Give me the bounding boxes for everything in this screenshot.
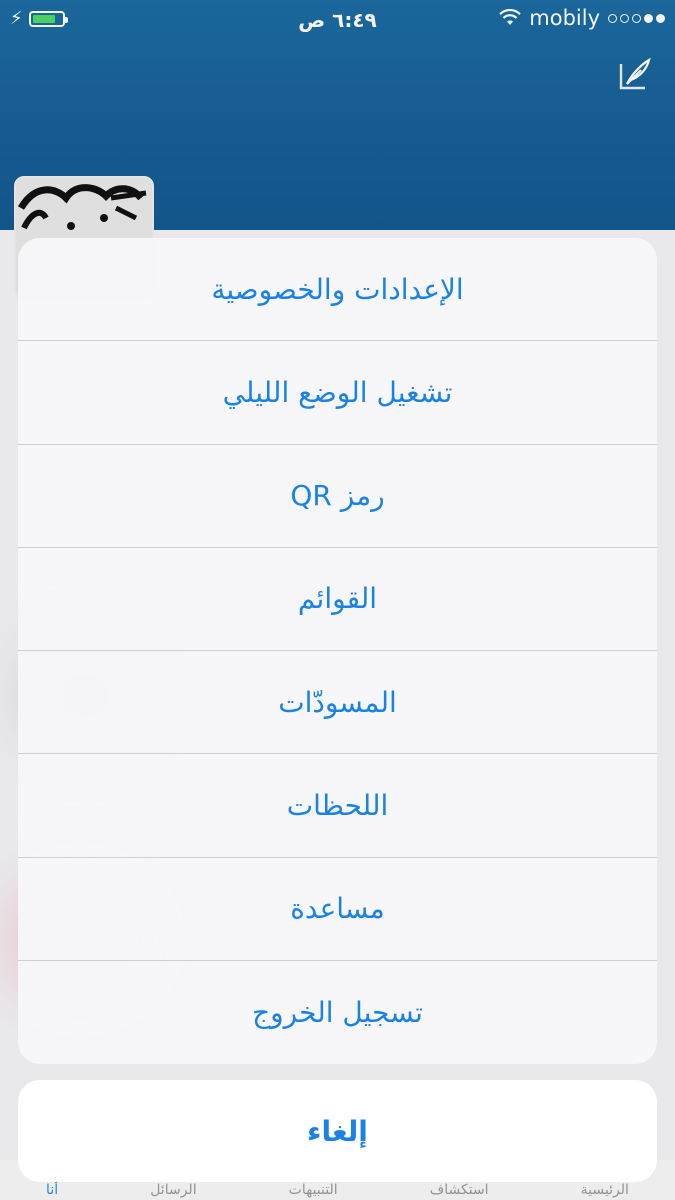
action-sheet-item[interactable]: الإعدادات والخصوصية <box>18 238 657 342</box>
action-sheet-item[interactable]: اللحظات <box>18 754 657 858</box>
action-sheet: الإعدادات والخصوصية تشغيل الوضع الليلي رمز… <box>18 238 657 1064</box>
action-sheet-item[interactable]: المسودّات <box>18 651 657 755</box>
action-sheet-item[interactable]: تسجيل الخروج <box>18 961 657 1064</box>
action-sheet-item[interactable]: القوائم <box>18 548 657 651</box>
action-sheet-item[interactable]: مساعدة <box>18 858 657 961</box>
action-sheet-item[interactable]: تشغيل الوضع الليلي <box>18 341 657 445</box>
action-sheet-item[interactable]: رمز QR <box>18 445 657 548</box>
cancel-button[interactable]: إلغاء <box>18 1080 657 1182</box>
